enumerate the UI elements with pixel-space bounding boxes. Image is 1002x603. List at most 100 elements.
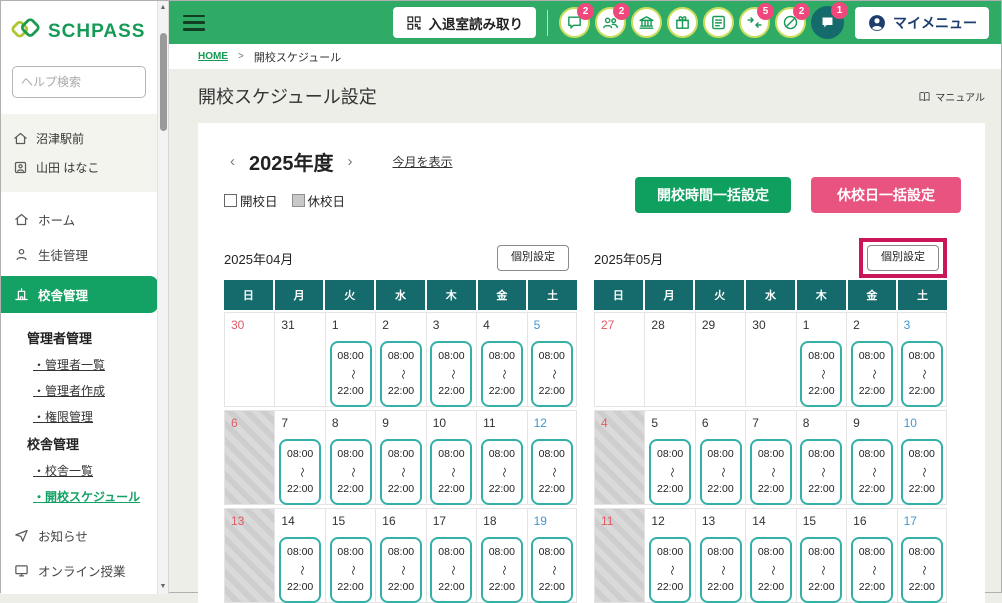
- open-hours-box[interactable]: 08:00〜22:00: [380, 439, 422, 505]
- open-hours-box[interactable]: 08:00〜22:00: [430, 439, 472, 505]
- individual-settings-button[interactable]: 個別設定: [867, 245, 939, 270]
- day-cell[interactable]: 1108:00〜22:00: [476, 410, 526, 505]
- open-hours-box[interactable]: 08:00〜22:00: [901, 341, 943, 407]
- open-hours-box[interactable]: 08:00〜22:00: [430, 537, 472, 603]
- day-cell[interactable]: 29: [695, 312, 745, 407]
- open-hours-box[interactable]: 08:00〜22:00: [750, 439, 792, 505]
- open-hours-box[interactable]: 08:00〜22:00: [901, 537, 943, 603]
- show-this-month-link[interactable]: 今月を表示: [393, 153, 453, 170]
- day-cell[interactable]: 508:00〜22:00: [527, 312, 577, 407]
- day-cell[interactable]: 28: [644, 312, 694, 407]
- closed-day-checkbox[interactable]: 休校日: [292, 191, 346, 210]
- day-cell[interactable]: 31: [274, 312, 324, 407]
- day-cell[interactable]: 1808:00〜22:00: [476, 508, 526, 603]
- sidebar-item-person[interactable]: 生徒管理: [1, 237, 158, 272]
- day-cell[interactable]: 208:00〜22:00: [375, 312, 425, 407]
- open-hours-box[interactable]: 08:00〜22:00: [851, 537, 893, 603]
- day-cell[interactable]: 108:00〜22:00: [796, 312, 846, 407]
- open-hours-box[interactable]: 08:00〜22:00: [851, 341, 893, 407]
- block-icon-button[interactable]: 2: [775, 7, 806, 38]
- open-hours-box[interactable]: 08:00〜22:00: [430, 341, 472, 407]
- bulk-open-hours-button[interactable]: 開校時間一括設定: [635, 177, 791, 213]
- open-hours-box[interactable]: 08:00〜22:00: [481, 537, 523, 603]
- day-cell[interactable]: 1208:00〜22:00: [527, 410, 577, 505]
- day-cell[interactable]: 308:00〜22:00: [897, 312, 947, 407]
- day-cell[interactable]: 408:00〜22:00: [476, 312, 526, 407]
- day-cell[interactable]: 1608:00〜22:00: [375, 508, 425, 603]
- submenu-link[interactable]: ・校舎一覧: [33, 462, 158, 479]
- prev-year-button[interactable]: ‹: [224, 151, 241, 172]
- day-cell[interactable]: 30: [224, 312, 274, 407]
- hamburger-menu-icon[interactable]: [183, 15, 205, 31]
- people-icon-button[interactable]: 2: [595, 7, 626, 38]
- day-cell[interactable]: 1708:00〜22:00: [426, 508, 476, 603]
- chat-icon-button[interactable]: 2: [559, 7, 590, 38]
- day-cell[interactable]: 1408:00〜22:00: [745, 508, 795, 603]
- sidebar-item-monitor[interactable]: オンライン授業: [1, 553, 158, 588]
- open-hours-box[interactable]: 08:00〜22:00: [380, 341, 422, 407]
- submenu-link[interactable]: ・開校スケジュール: [33, 488, 158, 505]
- day-cell[interactable]: 208:00〜22:00: [846, 312, 896, 407]
- scroll-up-icon[interactable]: ▲: [158, 1, 168, 15]
- open-hours-box[interactable]: 08:00〜22:00: [649, 439, 691, 505]
- open-hours-box[interactable]: 08:00〜22:00: [330, 341, 372, 407]
- day-cell[interactable]: 11: [594, 508, 644, 603]
- day-cell[interactable]: 608:00〜22:00: [695, 410, 745, 505]
- submenu-link[interactable]: ・管理者作成: [33, 382, 158, 399]
- chat-dark-icon-button[interactable]: 1: [811, 6, 844, 39]
- bank-icon-button[interactable]: [631, 7, 662, 38]
- open-hours-box[interactable]: 08:00〜22:00: [531, 439, 573, 505]
- day-cell[interactable]: 6: [224, 410, 274, 505]
- sidebar-item-school[interactable]: 校舎管理: [1, 276, 158, 313]
- day-cell[interactable]: 1908:00〜22:00: [527, 508, 577, 603]
- day-cell[interactable]: 708:00〜22:00: [745, 410, 795, 505]
- day-cell[interactable]: 1208:00〜22:00: [644, 508, 694, 603]
- day-cell[interactable]: 908:00〜22:00: [846, 410, 896, 505]
- day-cell[interactable]: 13: [224, 508, 274, 603]
- day-cell[interactable]: 108:00〜22:00: [325, 312, 375, 407]
- day-cell[interactable]: 1008:00〜22:00: [426, 410, 476, 505]
- open-hours-box[interactable]: 08:00〜22:00: [481, 341, 523, 407]
- checklist-icon-button[interactable]: [703, 7, 734, 38]
- open-hours-box[interactable]: 08:00〜22:00: [700, 439, 742, 505]
- open-hours-box[interactable]: 08:00〜22:00: [800, 439, 842, 505]
- day-cell[interactable]: 708:00〜22:00: [274, 410, 324, 505]
- sidebar-item-home[interactable]: ホーム: [1, 202, 158, 237]
- open-hours-box[interactable]: 08:00〜22:00: [800, 537, 842, 603]
- open-hours-box[interactable]: 08:00〜22:00: [380, 537, 422, 603]
- breadcrumb-home-link[interactable]: HOME: [198, 51, 228, 62]
- day-cell[interactable]: 1608:00〜22:00: [846, 508, 896, 603]
- open-hours-box[interactable]: 08:00〜22:00: [481, 439, 523, 505]
- submenu-link[interactable]: ・管理者一覧: [33, 356, 158, 373]
- open-day-checkbox[interactable]: 開校日: [224, 191, 278, 210]
- open-hours-box[interactable]: 08:00〜22:00: [531, 537, 573, 603]
- open-hours-box[interactable]: 08:00〜22:00: [330, 439, 372, 505]
- my-menu-button[interactable]: マイメニュー: [855, 7, 989, 39]
- scrollbar-thumb[interactable]: [160, 33, 167, 131]
- open-hours-box[interactable]: 08:00〜22:00: [800, 341, 842, 407]
- day-cell[interactable]: 1708:00〜22:00: [897, 508, 947, 603]
- open-hours-box[interactable]: 08:00〜22:00: [531, 341, 573, 407]
- day-cell[interactable]: 1508:00〜22:00: [796, 508, 846, 603]
- sidebar-item-survey[interactable]: アンケート: [1, 588, 158, 594]
- day-cell[interactable]: 908:00〜22:00: [375, 410, 425, 505]
- open-hours-box[interactable]: 08:00〜22:00: [279, 439, 321, 505]
- individual-settings-button[interactable]: 個別設定: [497, 245, 569, 270]
- next-year-button[interactable]: ›: [342, 151, 359, 172]
- open-hours-box[interactable]: 08:00〜22:00: [851, 439, 893, 505]
- open-hours-box[interactable]: 08:00〜22:00: [750, 537, 792, 603]
- open-hours-box[interactable]: 08:00〜22:00: [700, 537, 742, 603]
- entry-exit-reader-button[interactable]: 入退室読み取り: [393, 7, 537, 38]
- open-hours-box[interactable]: 08:00〜22:00: [330, 537, 372, 603]
- open-hours-box[interactable]: 08:00〜22:00: [649, 537, 691, 603]
- bulk-closed-days-button[interactable]: 休校日一括設定: [811, 177, 961, 213]
- day-cell[interactable]: 27: [594, 312, 644, 407]
- day-cell[interactable]: 808:00〜22:00: [325, 410, 375, 505]
- scroll-down-icon[interactable]: ▼: [158, 580, 168, 594]
- day-cell[interactable]: 1008:00〜22:00: [897, 410, 947, 505]
- submenu-link[interactable]: ・権限管理: [33, 408, 158, 425]
- day-cell[interactable]: 508:00〜22:00: [644, 410, 694, 505]
- manual-link[interactable]: マニュアル: [918, 89, 985, 104]
- day-cell[interactable]: 1508:00〜22:00: [325, 508, 375, 603]
- closed-day-checkbox-box[interactable]: [292, 194, 305, 207]
